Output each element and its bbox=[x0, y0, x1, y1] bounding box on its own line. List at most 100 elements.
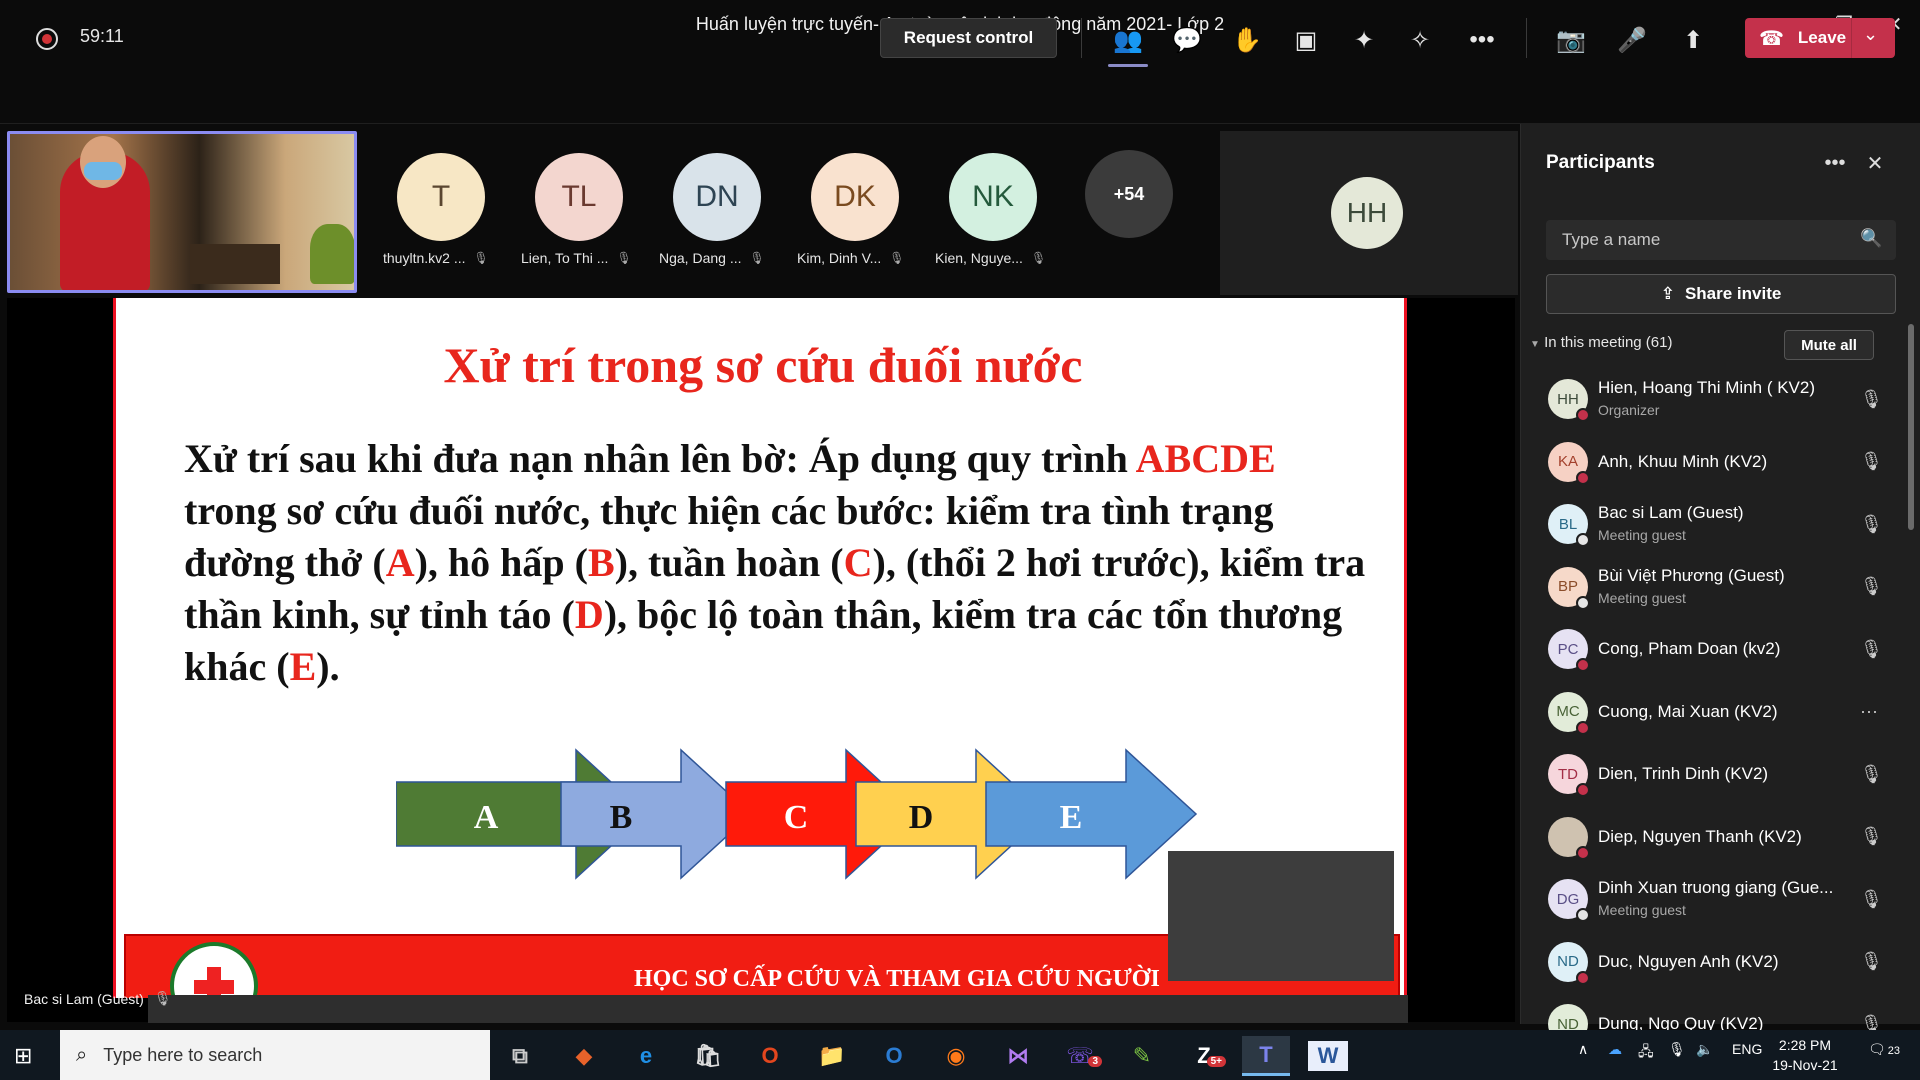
network-button[interactable]: 🖧 bbox=[1638, 1041, 1654, 1065]
participant-row[interactable]: MC Cuong, Mai Xuan (KV2) ··· bbox=[1520, 681, 1900, 744]
mic-off-icon[interactable]: 🎙 bbox=[1860, 889, 1883, 910]
mic-off-icon[interactable]: 🎙 bbox=[1860, 639, 1883, 660]
mic-off-icon[interactable]: 🎙 bbox=[1860, 514, 1883, 535]
participant-row[interactable]: Diep, Nguyen Thanh (KV2) 🎙 bbox=[1520, 806, 1900, 869]
mic-off-icon[interactable]: 🎙 bbox=[1860, 951, 1883, 972]
body-highlight: ABCDE bbox=[1135, 436, 1276, 481]
app-sticky[interactable]: ✎ bbox=[1118, 1036, 1166, 1076]
organizer-avatar: HH bbox=[1331, 177, 1403, 249]
participant-name-text: thuyltn.kv2 ... bbox=[383, 250, 466, 266]
red-cross-logo bbox=[170, 942, 258, 998]
more-actions-button[interactable]: ••• bbox=[1462, 20, 1502, 60]
slide-body: Xử trí sau khi đưa nạn nhân lên bờ: Áp d… bbox=[184, 433, 1374, 693]
app-visual-studio[interactable]: ⋈ bbox=[994, 1036, 1042, 1076]
rooms-button[interactable]: ▣ bbox=[1286, 20, 1326, 60]
camera-button[interactable]: 📷 bbox=[1551, 20, 1591, 60]
language-indicator[interactable]: ENG bbox=[1732, 1041, 1762, 1057]
app-edge[interactable]: e bbox=[622, 1036, 670, 1076]
mic-off-icon[interactable]: 🎙 bbox=[1860, 826, 1883, 847]
app-file-explorer[interactable]: 📁 bbox=[808, 1036, 856, 1076]
zalo-badge: 5+ bbox=[1206, 1056, 1226, 1067]
action-center-button[interactable]: 🗨 23 bbox=[1868, 1041, 1900, 1058]
microphone-icon: 🎙 bbox=[1668, 1041, 1686, 1057]
tray-overflow-button[interactable]: ∧ bbox=[1578, 1041, 1588, 1058]
panel-scrollbar[interactable] bbox=[1908, 324, 1914, 530]
apps-button[interactable]: ✦ bbox=[1344, 20, 1384, 60]
mic-off-icon[interactable]: 🎙 bbox=[1860, 451, 1883, 472]
participant-row[interactable]: PC Cong, Pham Doan (kv2) 🎙 bbox=[1520, 618, 1900, 681]
app-zalo[interactable]: Z 5+ bbox=[1180, 1036, 1228, 1076]
app-viber[interactable]: ☏ 3 bbox=[1056, 1036, 1104, 1076]
chevron-down-icon[interactable]: ⌄ bbox=[1863, 24, 1878, 45]
participant-row[interactable]: BP Bùi Việt Phương (Guest) Meeting guest 🎙 bbox=[1520, 556, 1900, 619]
strip-avatar[interactable]: DK bbox=[811, 153, 899, 241]
viber-badge: 3 bbox=[1088, 1056, 1102, 1067]
strip-avatar[interactable]: DN bbox=[673, 153, 761, 241]
participant-row[interactable]: HH Hien, Hoang Thi Minh ( KV2) Organizer 🎙 bbox=[1520, 368, 1900, 431]
participant-more-icon[interactable]: ··· bbox=[1860, 701, 1878, 722]
onedrive-button[interactable]: ☁ bbox=[1608, 1041, 1622, 1058]
chat-button[interactable]: 💬 bbox=[1167, 20, 1207, 60]
task-view-button[interactable]: ⧉ bbox=[496, 1036, 544, 1076]
share-invite-button[interactable]: ⇪ Share invite bbox=[1546, 274, 1896, 314]
share-tray-button[interactable]: ⬆ bbox=[1673, 20, 1713, 60]
participant-search-input[interactable] bbox=[1546, 220, 1896, 260]
app-word[interactable]: W bbox=[1308, 1041, 1348, 1071]
app-firefox[interactable]: ◉ bbox=[932, 1036, 980, 1076]
plant bbox=[310, 224, 354, 284]
mic-off-icon: 🎤 bbox=[1617, 26, 1647, 54]
people-button[interactable]: 👥 bbox=[1108, 20, 1148, 60]
arrow-e bbox=[985, 748, 1198, 880]
body-text: ). bbox=[316, 644, 340, 689]
leave-divider bbox=[1851, 18, 1852, 58]
strip-avatar[interactable]: TL bbox=[535, 153, 623, 241]
app-outlook[interactable]: O bbox=[870, 1036, 918, 1076]
taskbar-search[interactable]: ⌕ Type here to search bbox=[60, 1030, 490, 1080]
recording-icon bbox=[36, 28, 58, 50]
presence-status-dot bbox=[1576, 470, 1590, 485]
request-control-button[interactable]: Request control bbox=[880, 18, 1057, 58]
participant-row[interactable]: BL Bac si Lam (Guest) Meeting guest 🎙 bbox=[1520, 493, 1900, 556]
strip-avatar[interactable]: NK bbox=[949, 153, 1037, 241]
strip-avatar[interactable]: T bbox=[397, 153, 485, 241]
mic-off-icon[interactable]: 🎙 bbox=[1860, 576, 1883, 597]
participant-name: Bac si Lam (Guest) bbox=[1598, 503, 1744, 522]
app-store[interactable]: 🛍 bbox=[684, 1036, 732, 1076]
overlay-video-tile[interactable] bbox=[1168, 851, 1394, 981]
whiteboard-button[interactable]: ✧ bbox=[1400, 20, 1440, 60]
taskbar-search-placeholder: Type here to search bbox=[103, 1044, 263, 1065]
camera-off-icon: 📷 bbox=[1556, 26, 1586, 54]
mic-off-icon[interactable]: 🎙 bbox=[1860, 389, 1883, 410]
in-meeting-section-toggle[interactable]: ▼ In this meeting (61) bbox=[1530, 334, 1672, 351]
taskbar-clock[interactable]: 2:28 PM 19-Nov-21 bbox=[1770, 1035, 1840, 1075]
app-icon: ✎ bbox=[1132, 1043, 1152, 1068]
participant-list: HH Hien, Hoang Thi Minh ( KV2) Organizer 🎙 K… bbox=[1520, 368, 1900, 1056]
panel-more-button[interactable]: ••• bbox=[1820, 148, 1850, 178]
speaker-name: Bac si Lam (Guest) bbox=[24, 990, 144, 1007]
app-foxit[interactable]: ◆ bbox=[560, 1036, 608, 1076]
more-participants-button[interactable]: +54 bbox=[1085, 150, 1173, 238]
mic-button[interactable]: 🎤 bbox=[1612, 20, 1652, 60]
mic-off-icon: 🎙 bbox=[616, 251, 632, 265]
mute-all-button[interactable]: Mute all bbox=[1784, 330, 1874, 360]
leave-button[interactable]: ☎ Leave ⌄ bbox=[1745, 18, 1895, 58]
participant-row[interactable]: KA Anh, Khuu Minh (KV2) 🎙 bbox=[1520, 431, 1900, 494]
app-office[interactable]: O bbox=[746, 1036, 794, 1076]
participant-row[interactable]: DG Dinh Xuan truong giang (Gue... Meeting … bbox=[1520, 868, 1900, 931]
presenter-video[interactable] bbox=[7, 131, 357, 293]
app-teams[interactable]: T bbox=[1242, 1036, 1290, 1076]
rooms-icon: ▣ bbox=[1294, 26, 1318, 54]
mic-off-icon[interactable]: 🎙 bbox=[1860, 764, 1883, 785]
close-icon: ✕ bbox=[1866, 152, 1884, 175]
panel-close-button[interactable]: ✕ bbox=[1860, 148, 1890, 178]
participant-role: Meeting guest bbox=[1598, 589, 1686, 606]
participant-row[interactable]: ND Duc, Nguyen Anh (KV2) 🎙 bbox=[1520, 931, 1900, 994]
raise-hand-button[interactable]: ✋ bbox=[1227, 20, 1267, 60]
speaker-icon: 🔈 bbox=[1696, 1041, 1714, 1057]
volume-button[interactable]: 🔈 bbox=[1696, 1041, 1713, 1058]
firefox-icon: ◉ bbox=[946, 1043, 966, 1068]
participant-row[interactable]: TD Dien, Trinh Dinh (KV2) 🎙 bbox=[1520, 743, 1900, 806]
start-button[interactable]: ⊞ bbox=[14, 1043, 32, 1069]
mic-off-icon: 🎙 bbox=[473, 251, 489, 265]
tray-mic-button[interactable]: 🎙 bbox=[1668, 1041, 1686, 1058]
